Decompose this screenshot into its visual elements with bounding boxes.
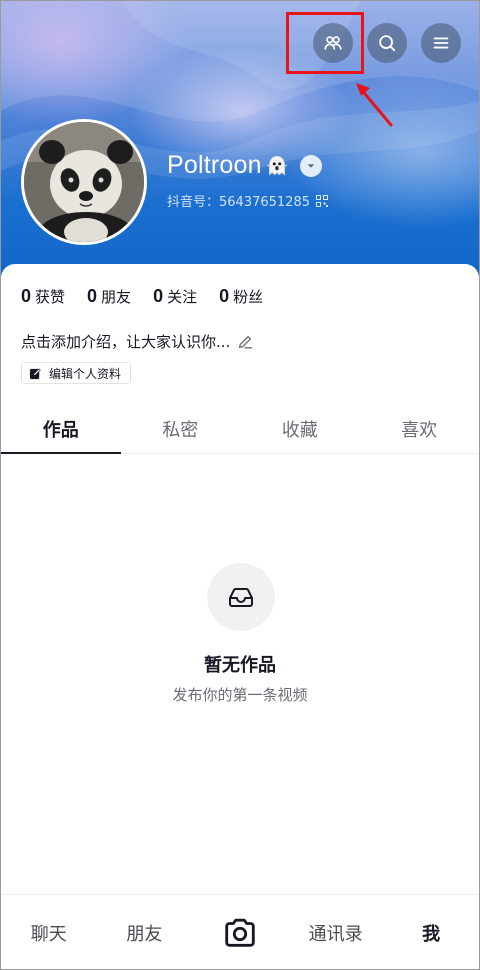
stat-likes-label: 获赞	[35, 288, 66, 306]
empty-state-title: 暂无作品	[204, 655, 276, 676]
account-switch-button[interactable]	[299, 154, 322, 177]
douyin-id-row[interactable]: 抖音号：56437651285	[167, 191, 328, 210]
douyin-id: 抖音号：56437651285	[167, 195, 310, 210]
stat-friends-count: 0	[87, 286, 98, 306]
stat-followers[interactable]: 0 粉丝	[219, 286, 263, 307]
bottom-navigation: 聊天 朋友 通讯录 我	[1, 894, 479, 969]
nav-contacts[interactable]: 通讯录	[288, 895, 384, 969]
inbox-tray-icon	[229, 588, 253, 607]
tab-favorites[interactable]: 收藏	[240, 405, 360, 453]
nav-camera[interactable]	[192, 895, 288, 969]
bio-placeholder: 点击添加介绍，让大家认识你...	[21, 333, 231, 351]
menu-icon	[433, 37, 449, 49]
search-button[interactable]	[367, 23, 407, 63]
empty-state-subtitle: 发布你的第一条视频	[172, 686, 308, 704]
tab-works[interactable]: 作品	[1, 405, 121, 454]
stat-following-label: 关注	[167, 288, 198, 306]
camera-icon	[225, 918, 255, 947]
search-icon	[379, 35, 396, 52]
chevron-down-icon	[307, 163, 315, 168]
profile-tabs: 作品 私密 收藏 喜欢	[1, 405, 479, 454]
nav-me[interactable]: 我	[383, 895, 479, 969]
tab-private[interactable]: 私密	[121, 405, 241, 453]
stat-following[interactable]: 0 关注	[153, 286, 197, 307]
edit-profile-icon	[29, 367, 41, 379]
profile-stats: 0 获赞 0 朋友 0 关注 0 粉丝	[21, 286, 263, 307]
nav-friends[interactable]: 朋友	[97, 895, 193, 969]
edit-profile-button[interactable]: 编辑个人资料	[21, 362, 132, 384]
username: Poltroon	[167, 151, 262, 179]
stat-likes[interactable]: 0 获赞	[21, 286, 65, 307]
profile-screen: Poltroon 抖音号：56437651285 0 获赞 0 朋友 0 关注 …	[0, 0, 480, 970]
edit-profile-label: 编辑个人资料	[49, 366, 122, 381]
stat-following-count: 0	[153, 286, 164, 306]
annotation-arrow-icon	[356, 83, 393, 127]
bio-add-intro[interactable]: 点击添加介绍，让大家认识你...	[21, 331, 254, 352]
username-row: Poltroon	[167, 151, 322, 180]
tab-likes[interactable]: 喜欢	[360, 405, 480, 453]
stat-friends-label: 朋友	[101, 288, 132, 306]
stat-followers-label: 粉丝	[233, 288, 264, 306]
nav-chat[interactable]: 聊天	[1, 895, 97, 969]
qr-code-icon[interactable]	[315, 194, 328, 207]
stat-likes-count: 0	[21, 286, 32, 306]
stat-followers-count: 0	[219, 286, 230, 306]
menu-button[interactable]	[421, 23, 461, 63]
ghost-emoji-icon	[266, 155, 287, 176]
pencil-icon	[239, 335, 253, 349]
empty-state-icon-wrap	[207, 563, 275, 631]
annotation-highlight-box	[286, 12, 364, 74]
panda-avatar-image	[24, 122, 144, 242]
avatar[interactable]	[21, 119, 147, 245]
stat-friends[interactable]: 0 朋友	[87, 286, 131, 307]
